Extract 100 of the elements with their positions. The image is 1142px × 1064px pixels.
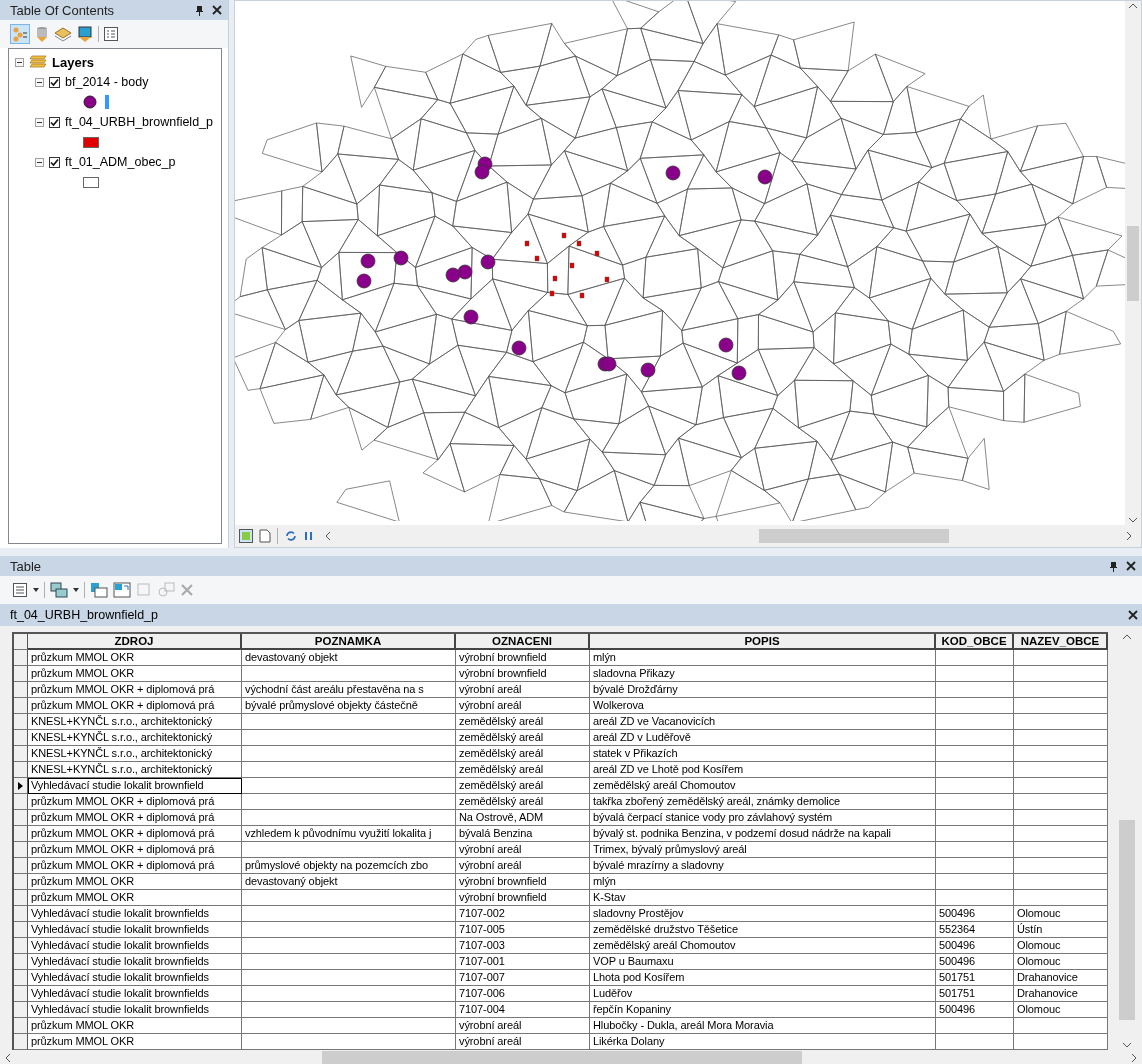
column-header[interactable]: OZNACENI bbox=[456, 634, 590, 650]
close-icon[interactable] bbox=[212, 5, 222, 15]
database-icon[interactable] bbox=[34, 25, 50, 43]
color-bar-icon bbox=[105, 95, 109, 109]
table-cell: Vyhledávací studie lokalit brownfields bbox=[28, 970, 242, 986]
column-header[interactable]: POZNAMKA bbox=[242, 634, 456, 650]
row-selector[interactable] bbox=[14, 842, 28, 858]
row-selector[interactable] bbox=[14, 986, 28, 1002]
layer-checkbox[interactable] bbox=[49, 116, 60, 128]
table-cell: 501751 bbox=[936, 970, 1014, 986]
table-cell: Drahanovice bbox=[1014, 986, 1108, 1002]
polygon-symbol-icon bbox=[83, 176, 99, 188]
list-by-drawing-order-icon[interactable] bbox=[10, 24, 30, 44]
row-selector[interactable] bbox=[14, 858, 28, 874]
row-selector[interactable] bbox=[14, 874, 28, 890]
expand-toggle[interactable] bbox=[35, 77, 44, 87]
row-selector[interactable] bbox=[14, 826, 28, 842]
row-selector[interactable] bbox=[14, 762, 28, 778]
row-selector[interactable] bbox=[14, 906, 28, 922]
dropdown-caret-icon[interactable] bbox=[33, 588, 39, 592]
scroll-left-icon[interactable] bbox=[4, 1053, 12, 1063]
pause-icon[interactable] bbox=[304, 530, 314, 542]
options-icon[interactable] bbox=[103, 26, 119, 42]
row-selector[interactable] bbox=[14, 1018, 28, 1034]
vertical-scrollbar[interactable] bbox=[1125, 1, 1141, 525]
row-selector[interactable] bbox=[14, 1034, 28, 1050]
row-selector[interactable] bbox=[14, 1002, 28, 1018]
close-icon[interactable] bbox=[1128, 610, 1138, 620]
table-cell: 500496 bbox=[936, 906, 1014, 922]
table-cell: Vyhledávací studie lokalit brownfields bbox=[28, 922, 242, 938]
switch-selection-icon[interactable] bbox=[113, 582, 131, 598]
table-cell: 7107-007 bbox=[456, 970, 590, 986]
row-selector[interactable] bbox=[14, 810, 28, 826]
row-selector[interactable] bbox=[14, 794, 28, 810]
row-selector[interactable] bbox=[14, 922, 28, 938]
layer-group-label[interactable]: Layers bbox=[52, 54, 94, 70]
table-cell: Vyhledávací studie lokalit brownfields bbox=[28, 954, 242, 970]
scroll-thumb[interactable] bbox=[1119, 820, 1135, 1020]
table-cell: bývalý st. podnika Benzina, v podzemí dosud nádrže na kapali bbox=[590, 826, 936, 842]
scroll-down-icon[interactable] bbox=[1122, 1040, 1132, 1050]
row-selector[interactable] bbox=[14, 890, 28, 906]
select-by-attributes-icon[interactable] bbox=[90, 582, 108, 598]
expand-toggle[interactable] bbox=[15, 57, 24, 67]
layer-checkbox[interactable] bbox=[49, 76, 60, 88]
table-cell: zemědělský areál Chomoutov bbox=[590, 778, 936, 794]
layer-checkbox[interactable] bbox=[49, 156, 60, 168]
panel-title: Table bbox=[10, 558, 42, 574]
close-icon[interactable] bbox=[1126, 561, 1136, 571]
scroll-up-icon[interactable] bbox=[1128, 1, 1138, 11]
related-tables-icon[interactable] bbox=[50, 582, 68, 598]
column-header[interactable]: NAZEV_OBCE bbox=[1014, 634, 1108, 650]
table-cell: zemědělský areál bbox=[456, 714, 590, 730]
vertical-scrollbar[interactable] bbox=[1116, 632, 1138, 1050]
scroll-thumb[interactable] bbox=[1127, 225, 1139, 301]
table-cell: Hlubočky - Dukla, areál Mora Moravia bbox=[590, 1018, 936, 1034]
column-header[interactable]: ZDROJ bbox=[28, 634, 242, 650]
table-cell: K-Stav bbox=[590, 890, 936, 906]
refresh-icon[interactable] bbox=[284, 529, 298, 543]
table-tab[interactable]: ft_04_URBH_brownfield_p bbox=[10, 608, 158, 622]
list-by-selection-icon[interactable] bbox=[76, 25, 94, 43]
table-cell: devastovaný objekt bbox=[242, 874, 456, 890]
select-all-corner[interactable] bbox=[14, 634, 28, 650]
scroll-thumb[interactable] bbox=[758, 529, 949, 543]
row-selector[interactable] bbox=[14, 666, 28, 682]
layer-name[interactable]: ft_01_ADM_obec_p bbox=[65, 155, 176, 169]
column-header[interactable]: POPIS bbox=[590, 634, 936, 650]
pin-icon[interactable] bbox=[1109, 560, 1118, 572]
row-selector[interactable] bbox=[14, 938, 28, 954]
layer-name[interactable]: bf_2014 - body bbox=[65, 75, 149, 89]
table-cell: výrobní brownfield bbox=[456, 666, 590, 682]
table-cell: Vyhledávací studie lokalit brownfields bbox=[28, 1002, 242, 1018]
row-selector[interactable] bbox=[14, 698, 28, 714]
scroll-right-icon[interactable] bbox=[1125, 531, 1133, 541]
dropdown-caret-icon[interactable] bbox=[73, 588, 79, 592]
row-selector[interactable] bbox=[14, 650, 28, 666]
table-cell: výrobní areál bbox=[456, 682, 590, 698]
table-options-icon[interactable] bbox=[12, 582, 28, 598]
scroll-right-icon[interactable] bbox=[1130, 1053, 1138, 1063]
row-selector[interactable] bbox=[14, 682, 28, 698]
layers-icon[interactable] bbox=[54, 25, 72, 43]
table-cell: bývalé Drožďárny bbox=[590, 682, 936, 698]
table-cell: průmyslové objekty na pozemcích zbo bbox=[242, 858, 456, 874]
data-view-icon[interactable] bbox=[239, 529, 253, 543]
pin-icon[interactable] bbox=[195, 4, 204, 16]
scroll-up-icon[interactable] bbox=[1122, 632, 1132, 642]
scroll-thumb[interactable] bbox=[322, 1051, 802, 1064]
row-selector[interactable] bbox=[14, 970, 28, 986]
expand-toggle[interactable] bbox=[35, 117, 44, 127]
layout-view-icon[interactable] bbox=[259, 529, 271, 543]
layer-name[interactable]: ft_04_URBH_brownfield_p bbox=[65, 115, 213, 129]
scroll-left-icon[interactable] bbox=[324, 531, 332, 541]
table-cell: Vyhledávací studie lokalit brownfields bbox=[28, 986, 242, 1002]
expand-toggle[interactable] bbox=[35, 157, 44, 167]
column-header[interactable]: KOD_OBCE bbox=[936, 634, 1014, 650]
scroll-down-icon[interactable] bbox=[1128, 515, 1138, 525]
row-selector[interactable] bbox=[14, 954, 28, 970]
row-selector[interactable] bbox=[14, 730, 28, 746]
row-selector[interactable] bbox=[14, 778, 28, 794]
row-selector[interactable] bbox=[14, 714, 28, 730]
row-selector[interactable] bbox=[14, 746, 28, 762]
